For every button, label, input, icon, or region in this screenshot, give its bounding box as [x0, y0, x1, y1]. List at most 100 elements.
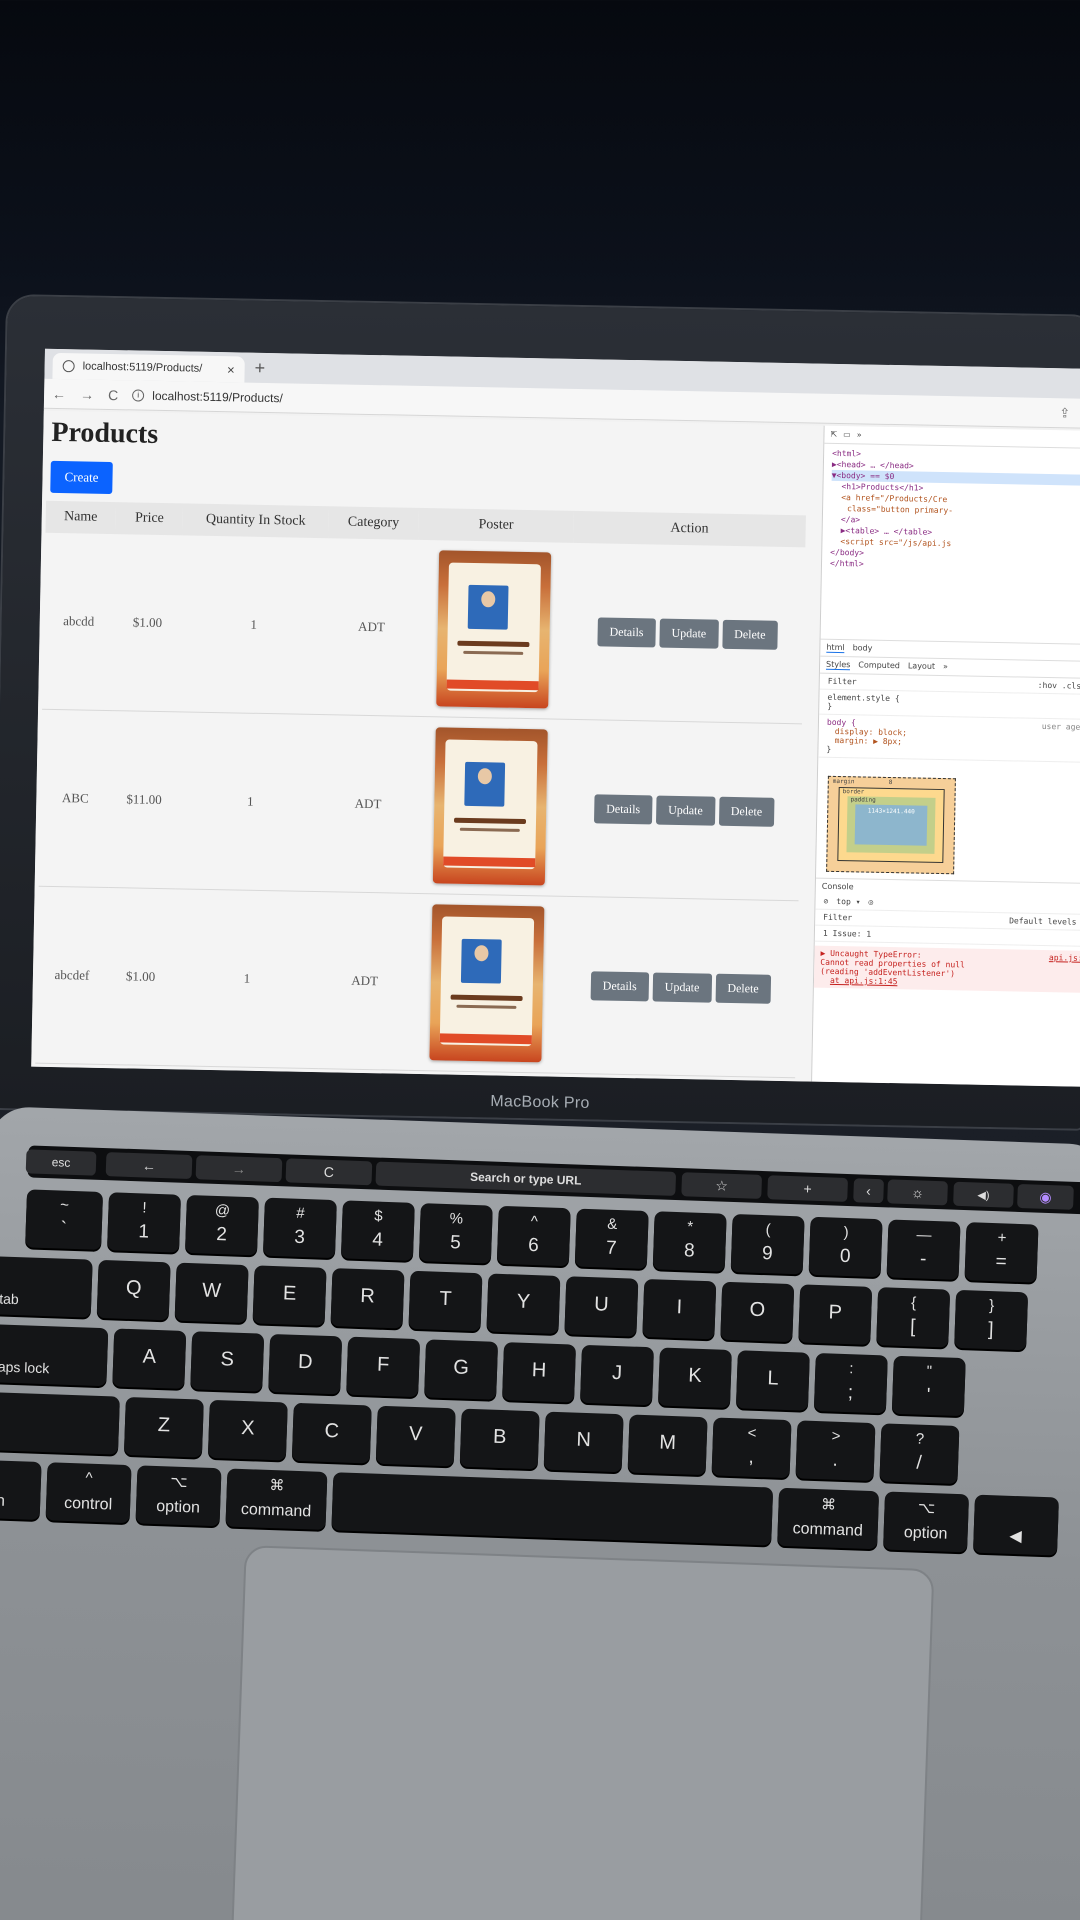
key-5[interactable]: % 5 — [418, 1203, 493, 1264]
new-tab-button[interactable]: + — [254, 358, 265, 379]
key-0[interactable]: ) 0 — [808, 1216, 883, 1278]
key-u[interactable]: U — [564, 1276, 639, 1337]
touchbar-back-icon[interactable]: ← — [105, 1152, 193, 1180]
console-title[interactable]: Console — [822, 882, 854, 892]
key-v[interactable]: V — [375, 1405, 456, 1467]
key-=[interactable]: + = — [964, 1222, 1039, 1283]
key-y[interactable]: Y — [486, 1273, 561, 1334]
key-space[interactable] — [331, 1472, 774, 1546]
details-button[interactable]: Details — [597, 616, 656, 647]
esc-key[interactable]: esc — [25, 1149, 97, 1176]
key-◀[interactable]: ◀ — [973, 1494, 1059, 1556]
clear-console-icon[interactable]: ⊘ — [823, 897, 828, 906]
key-caps-lock[interactable]: caps lock — [0, 1323, 109, 1387]
key-p[interactable]: P — [798, 1284, 873, 1345]
key-][interactable]: }] — [954, 1289, 1029, 1351]
key-o[interactable]: O — [720, 1281, 795, 1343]
update-button[interactable]: Update — [659, 618, 719, 649]
key-ft[interactable]: ft — [0, 1391, 120, 1455]
key-option[interactable]: ⌥ option — [883, 1491, 970, 1553]
key-c[interactable]: C — [291, 1402, 372, 1464]
delete-button[interactable]: Delete — [721, 619, 778, 650]
key-control[interactable]: ^ control — [45, 1462, 132, 1524]
console-context[interactable]: top ▾ — [836, 897, 860, 906]
tab-layout[interactable]: Layout — [908, 661, 935, 672]
touchbar-plus-icon[interactable]: + — [767, 1175, 849, 1202]
key-/[interactable]: ? / — [879, 1423, 960, 1484]
key-d[interactable]: D — [268, 1333, 343, 1395]
key-3[interactable]: #3 — [262, 1197, 337, 1259]
styles-filter-hints[interactable]: :hov .cls + — [1038, 681, 1080, 691]
key-.[interactable]: >. — [795, 1420, 876, 1482]
delete-button[interactable]: Delete — [715, 973, 771, 1004]
key--[interactable]: — - — [886, 1219, 961, 1280]
trackpad[interactable] — [229, 1545, 935, 1920]
volume-icon[interactable]: ◀) — [953, 1181, 1014, 1208]
key-x[interactable]: X — [207, 1399, 288, 1461]
more-panels-icon[interactable]: » — [857, 430, 862, 439]
key-`[interactable]: ~ ` — [25, 1189, 104, 1250]
tab-computed[interactable]: Computed — [858, 660, 900, 671]
key-l[interactable]: L — [735, 1350, 810, 1411]
share-icon[interactable]: ⇪ — [1059, 405, 1070, 421]
touchbar-reload-icon[interactable]: C — [285, 1158, 373, 1186]
breadcrumb-body[interactable]: body — [853, 643, 873, 653]
create-button[interactable]: Create — [50, 460, 113, 495]
update-button[interactable]: Update — [652, 972, 712, 1003]
key-,[interactable]: <, — [711, 1417, 792, 1479]
back-icon[interactable]: ← — [52, 385, 66, 401]
details-button[interactable]: Details — [590, 970, 650, 1001]
key-g[interactable]: G — [424, 1339, 499, 1400]
tab-more[interactable]: » — [943, 662, 948, 672]
delete-button[interactable]: Delete — [718, 796, 775, 827]
key-f[interactable]: F — [346, 1336, 421, 1398]
console-filter-input[interactable]: Filter — [823, 913, 852, 923]
touchbar-chevron-icon[interactable]: ‹ — [853, 1178, 884, 1204]
reload-icon[interactable]: C — [108, 386, 118, 402]
key-w[interactable]: W — [174, 1262, 249, 1324]
forward-icon[interactable]: → — [80, 386, 94, 402]
key-j[interactable]: J — [580, 1344, 654, 1406]
key-option[interactable]: ⌥ option — [135, 1465, 222, 1527]
key-fn[interactable]: fn — [0, 1459, 42, 1520]
key-;[interactable]: :; — [813, 1352, 888, 1414]
key-n[interactable]: N — [543, 1411, 624, 1473]
key-s[interactable]: S — [190, 1331, 265, 1392]
key-6[interactable]: ^ 6 — [496, 1205, 571, 1267]
key-9[interactable]: (9 — [730, 1213, 805, 1275]
key-r[interactable]: R — [330, 1268, 405, 1329]
key-m[interactable]: M — [627, 1414, 708, 1476]
brightness-icon[interactable]: ☼ — [887, 1179, 948, 1206]
device-toggle-icon[interactable]: ▭ — [843, 430, 851, 439]
key-1[interactable]: ! 1 — [107, 1192, 182, 1253]
key-command[interactable]: ⌘ command — [777, 1487, 880, 1550]
touchbar-forward-icon[interactable]: → — [195, 1155, 283, 1183]
tab-styles[interactable]: Styles — [825, 659, 851, 671]
key-t[interactable]: T — [408, 1270, 483, 1332]
key-[[interactable]: {[ — [876, 1287, 951, 1348]
key-h[interactable]: H — [502, 1342, 577, 1403]
key-command[interactable]: ⌘ command — [225, 1468, 328, 1530]
key-i[interactable]: I — [642, 1278, 717, 1340]
close-icon[interactable]: × — [227, 362, 235, 377]
key-tab[interactable]: tab — [0, 1256, 93, 1318]
browser-tab[interactable]: localhost:5119/Products/ × — [52, 352, 245, 383]
key-'[interactable]: " ' — [891, 1355, 966, 1417]
key-e[interactable]: E — [252, 1265, 327, 1326]
key-z[interactable]: Z — [123, 1396, 204, 1458]
details-button[interactable]: Details — [593, 793, 653, 824]
breadcrumb-html[interactable]: html — [826, 642, 845, 654]
siri-icon[interactable]: ◉ — [1017, 1183, 1074, 1210]
site-info-icon[interactable]: i — [132, 388, 145, 402]
inspect-icon[interactable]: ⇱ — [830, 430, 837, 439]
eye-icon[interactable]: ◎ — [868, 898, 873, 907]
key-7[interactable]: & 7 — [574, 1208, 649, 1270]
key-q[interactable]: Q — [96, 1259, 171, 1321]
key-b[interactable]: B — [459, 1408, 540, 1470]
key-k[interactable]: K — [657, 1347, 732, 1409]
key-2[interactable]: @2 — [184, 1194, 259, 1256]
console-levels[interactable]: Default levels ▾ — [1009, 916, 1080, 926]
touchbar-star-icon[interactable]: ☆ — [681, 1172, 763, 1199]
key-8[interactable]: * 8 — [652, 1211, 727, 1272]
key-4[interactable]: $4 — [340, 1200, 415, 1261]
